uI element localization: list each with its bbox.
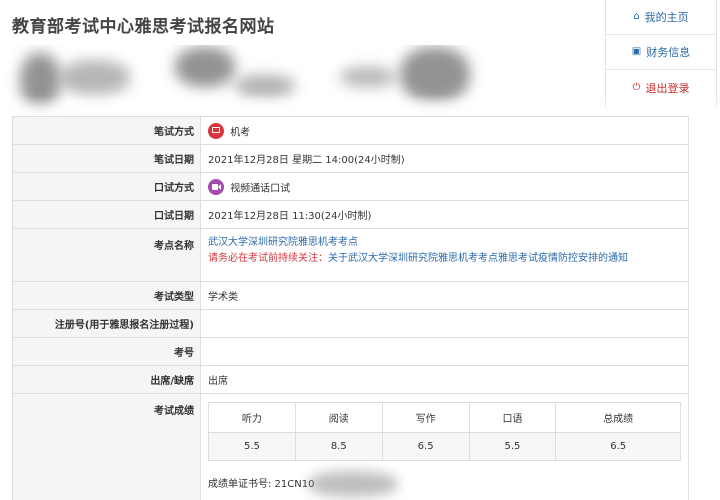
speaking-date-label: 口试日期: [12, 200, 201, 229]
candidate-no-label: 考号: [12, 337, 201, 366]
exam-detail-table: 笔试方式 机考 笔试日期 2021年12月28日 星期二 14:00(24小时制…: [12, 116, 689, 500]
table-row: 出席/缺席 出席: [12, 365, 689, 394]
exam-type-label: 考试类型: [12, 281, 201, 310]
nav-home[interactable]: ⌂ 我的主页: [606, 0, 716, 35]
score-reading: 8.5: [294, 432, 383, 461]
written-mode-text: 机考: [230, 127, 251, 138]
score-value-row: 5.5 8.5 6.5 5.5 6.5: [208, 432, 681, 461]
certificate-number: 成绩单证书号: 21CN10: [208, 479, 315, 490]
registration-value: [200, 309, 689, 338]
nav-finance[interactable]: ▣ 财务信息: [606, 35, 716, 70]
registration-label: 注册号(用于雅思报名注册过程): [12, 309, 201, 338]
certificate-line: 成绩单证书号: 21CN10: [208, 471, 688, 497]
monitor-icon: [208, 122, 224, 139]
attendance-label: 出席/缺席: [12, 365, 201, 394]
table-row: 笔试日期 2021年12月28日 星期二 14:00(24小时制): [12, 144, 689, 173]
nav-logout-label: 退出登录: [645, 81, 690, 95]
video-camera-icon: [208, 178, 224, 195]
center-name-link[interactable]: 武汉大学深圳研究院雅思机考考点: [208, 235, 688, 251]
table-row: 口试方式 视频通话口试: [12, 172, 689, 201]
nav-home-label: 我的主页: [644, 11, 689, 24]
center-label: 考点名称: [12, 228, 201, 282]
power-icon: ⏻: [632, 81, 641, 93]
table-row: 考试成绩 听力 阅读 写作 口语 总成绩 5.5 8.5 6.5 5.5 6.5…: [12, 393, 689, 500]
table-row: 笔试方式 机考: [12, 116, 689, 145]
written-mode-label: 笔试方式: [12, 116, 201, 145]
score-header-speaking: 口语: [468, 402, 557, 433]
table-row: 注册号(用于雅思报名注册过程): [12, 309, 689, 338]
score-writing: 6.5: [381, 432, 470, 461]
score-overall: 6.5: [555, 432, 681, 461]
score-header-row: 听力 阅读 写作 口语 总成绩: [208, 402, 681, 433]
table-row: 口试日期 2021年12月28日 11:30(24小时制): [12, 200, 689, 229]
briefcase-icon: ▣: [631, 46, 642, 57]
site-title: 教育部考试中心雅思考试报名网站: [12, 17, 275, 37]
center-notice: 请务必在考试前持续关注：关于武汉大学深圳研究院雅思机考考点雅思考试疫情防控安排的…: [208, 251, 688, 267]
score-listening: 5.5: [208, 432, 296, 461]
center-value: 武汉大学深圳研究院雅思机考考点 请务必在考试前持续关注：关于武汉大学深圳研究院雅…: [200, 228, 689, 282]
written-date-label: 笔试日期: [12, 144, 201, 173]
score-table: 听力 阅读 写作 口语 总成绩 5.5 8.5 6.5 5.5 6.5: [208, 402, 681, 461]
score-header-listening: 听力: [208, 402, 296, 433]
table-row: 考试类型 学术类: [12, 281, 689, 310]
center-notice-prefix: 请务必在考试前持续关注：: [208, 253, 328, 264]
table-row: 考点名称 武汉大学深圳研究院雅思机考考点 请务必在考试前持续关注：关于武汉大学深…: [12, 228, 689, 282]
page: 教育部考试中心雅思考试报名网站 ⌂ 我的主页 ▣ 财务信息 ⏻ 退出登录 笔试方…: [0, 0, 720, 500]
speaking-date-value: 2021年12月28日 11:30(24小时制): [200, 200, 689, 229]
attendance-value: 出席: [200, 365, 689, 394]
speaking-mode-text: 视频通话口试: [230, 183, 291, 194]
scores-value: 听力 阅读 写作 口语 总成绩 5.5 8.5 6.5 5.5 6.5 成绩单证…: [200, 393, 689, 500]
written-mode-value: 机考: [200, 116, 689, 145]
score-speaking: 5.5: [468, 432, 557, 461]
exam-type-value: 学术类: [200, 281, 689, 310]
scores-label: 考试成绩: [12, 393, 201, 500]
score-header-overall: 总成绩: [555, 402, 681, 433]
speaking-mode-value: 视频通话口试: [200, 172, 689, 201]
home-icon: ⌂: [633, 11, 640, 22]
candidate-no-value: [200, 337, 689, 366]
score-header-writing: 写作: [381, 402, 470, 433]
center-notice-link[interactable]: 关于武汉大学深圳研究院雅思机考考点雅思考试疫情防控安排的通知: [328, 253, 628, 264]
speaking-mode-label: 口试方式: [12, 172, 201, 201]
account-nav: ⌂ 我的主页 ▣ 财务信息 ⏻ 退出登录: [605, 0, 717, 108]
nav-finance-label: 财务信息: [646, 46, 691, 59]
table-row: 考号: [12, 337, 689, 366]
certificate-redaction: [308, 471, 398, 497]
written-date-value: 2021年12月28日 星期二 14:00(24小时制): [200, 144, 689, 173]
score-header-reading: 阅读: [294, 402, 383, 433]
